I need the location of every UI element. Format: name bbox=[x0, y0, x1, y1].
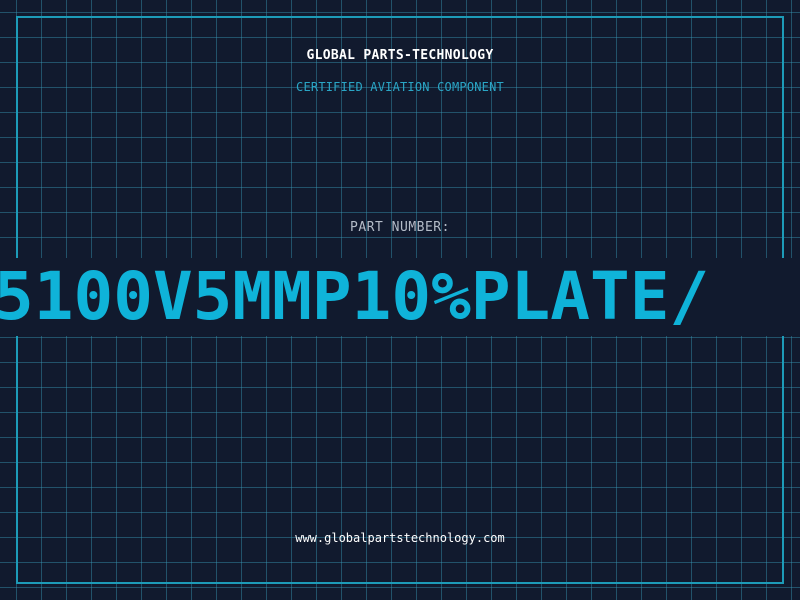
part-number-value: 5100V5MMP10%PLATE/ bbox=[0, 258, 710, 335]
brand-subtitle: CERTIFIED AVIATION COMPONENT bbox=[296, 80, 504, 94]
part-number-label: PART NUMBER: bbox=[350, 220, 450, 235]
website-link[interactable]: www.globalpartstechnology.com bbox=[0, 531, 800, 545]
part-number-band: 5100V5MMP10%PLATE/ bbox=[0, 258, 800, 336]
part-card: GLOBAL PARTS-TECHNOLOGY CERTIFIED AVIATI… bbox=[0, 0, 800, 600]
brand-title: GLOBAL PARTS-TECHNOLOGY bbox=[306, 48, 494, 63]
